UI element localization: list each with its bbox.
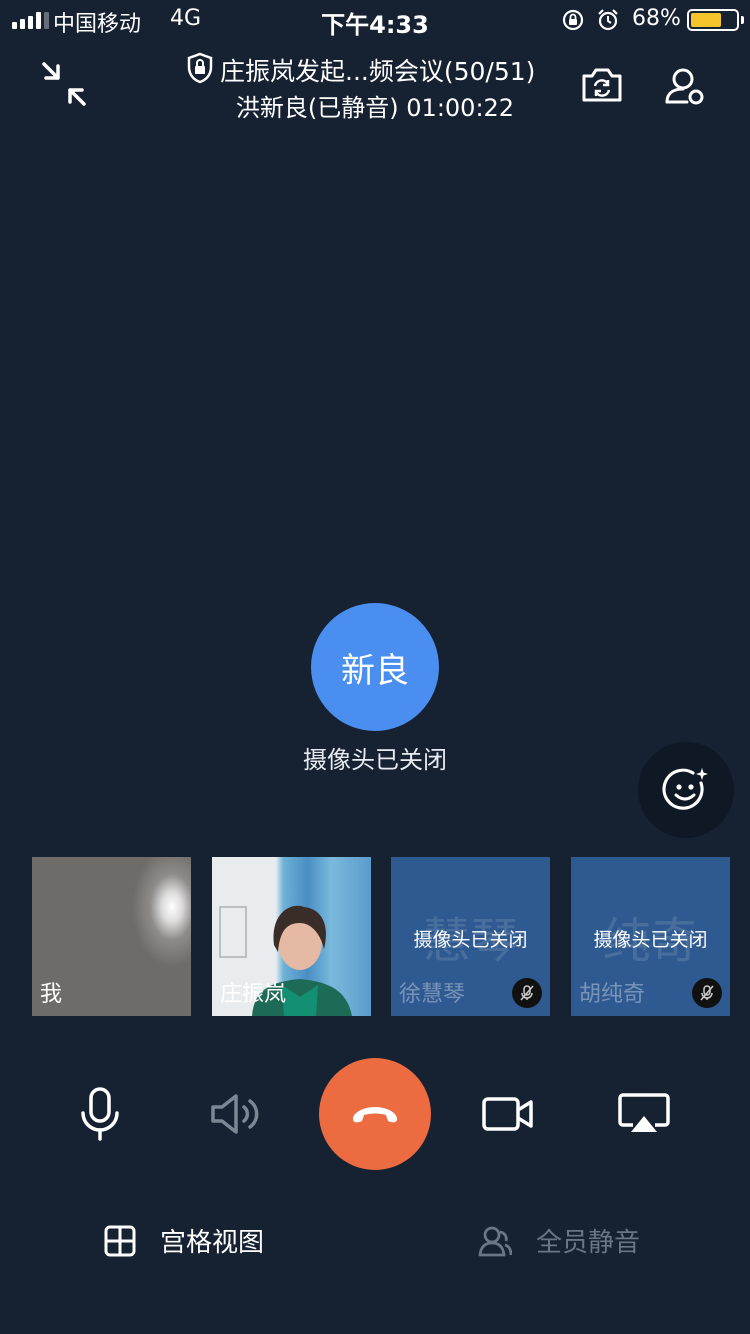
screen-share-button[interactable] [588, 1058, 700, 1170]
grid-view-label: 宫格视图 [160, 1228, 265, 1258]
participant-tile-xu[interactable]: 慧琴 摄像头已关闭 徐慧琴 [391, 857, 550, 1016]
mute-all-icon [478, 1226, 512, 1256]
battery-cap [741, 16, 744, 24]
participant-tile-zhuang[interactable]: 庄振岚 [212, 857, 371, 1016]
camera-off-label: 摄像头已关闭 [593, 929, 708, 951]
participant-name: 徐慧琴 [399, 982, 466, 1007]
smiley-sparkle-icon [662, 768, 708, 810]
hangup-button[interactable] [319, 1058, 431, 1170]
status-bar: 中国移动 4G 下午4:33 68% [0, 0, 750, 40]
meeting-subtitle: 洪新良(已静音) 01:00:22 [235, 94, 515, 122]
participant-name: 庄振岚 [220, 982, 287, 1007]
camera-off-label: 摄像头已关闭 [413, 929, 528, 951]
main-speaker-avatar: 新良 [311, 603, 439, 731]
lock-shield-icon [187, 52, 213, 84]
grid-view-button[interactable]: 宫格视图 [104, 1222, 264, 1259]
screen-share-icon [618, 1093, 670, 1132]
mic-muted-icon [692, 978, 722, 1008]
orientation-lock-icon [562, 9, 584, 31]
speaker-icon [211, 1094, 259, 1134]
battery-icon [687, 9, 739, 31]
member-settings-icon[interactable] [663, 64, 707, 108]
participant-name: 我 [40, 982, 63, 1007]
microphone-button[interactable] [44, 1058, 156, 1170]
meeting-title: 庄振岚发起...频会议(50/51) [220, 57, 536, 86]
mic-muted-icon [512, 978, 542, 1008]
camera-off-status: 摄像头已关闭 [303, 746, 447, 774]
switch-camera-icon[interactable] [580, 64, 624, 104]
participant-tile-hu[interactable]: 纯奇 摄像头已关闭 胡纯奇 [571, 857, 730, 1016]
mute-all-button[interactable]: 全员静音 [478, 1222, 640, 1259]
grid-view-icon [104, 1225, 136, 1256]
reaction-button[interactable] [638, 742, 734, 838]
mute-all-label: 全员静音 [536, 1228, 641, 1258]
microphone-icon [81, 1087, 119, 1141]
video-button[interactable] [452, 1058, 564, 1170]
video-camera-icon [482, 1097, 533, 1131]
participant-name: 胡纯奇 [579, 982, 646, 1007]
battery-percent: 68% [632, 6, 681, 31]
avatar-initials: 新良 [341, 650, 409, 691]
participant-tile-me[interactable]: 我 [32, 857, 191, 1016]
alarm-icon [598, 9, 618, 31]
hangup-icon [352, 1107, 398, 1123]
speaker-button[interactable] [180, 1058, 292, 1170]
